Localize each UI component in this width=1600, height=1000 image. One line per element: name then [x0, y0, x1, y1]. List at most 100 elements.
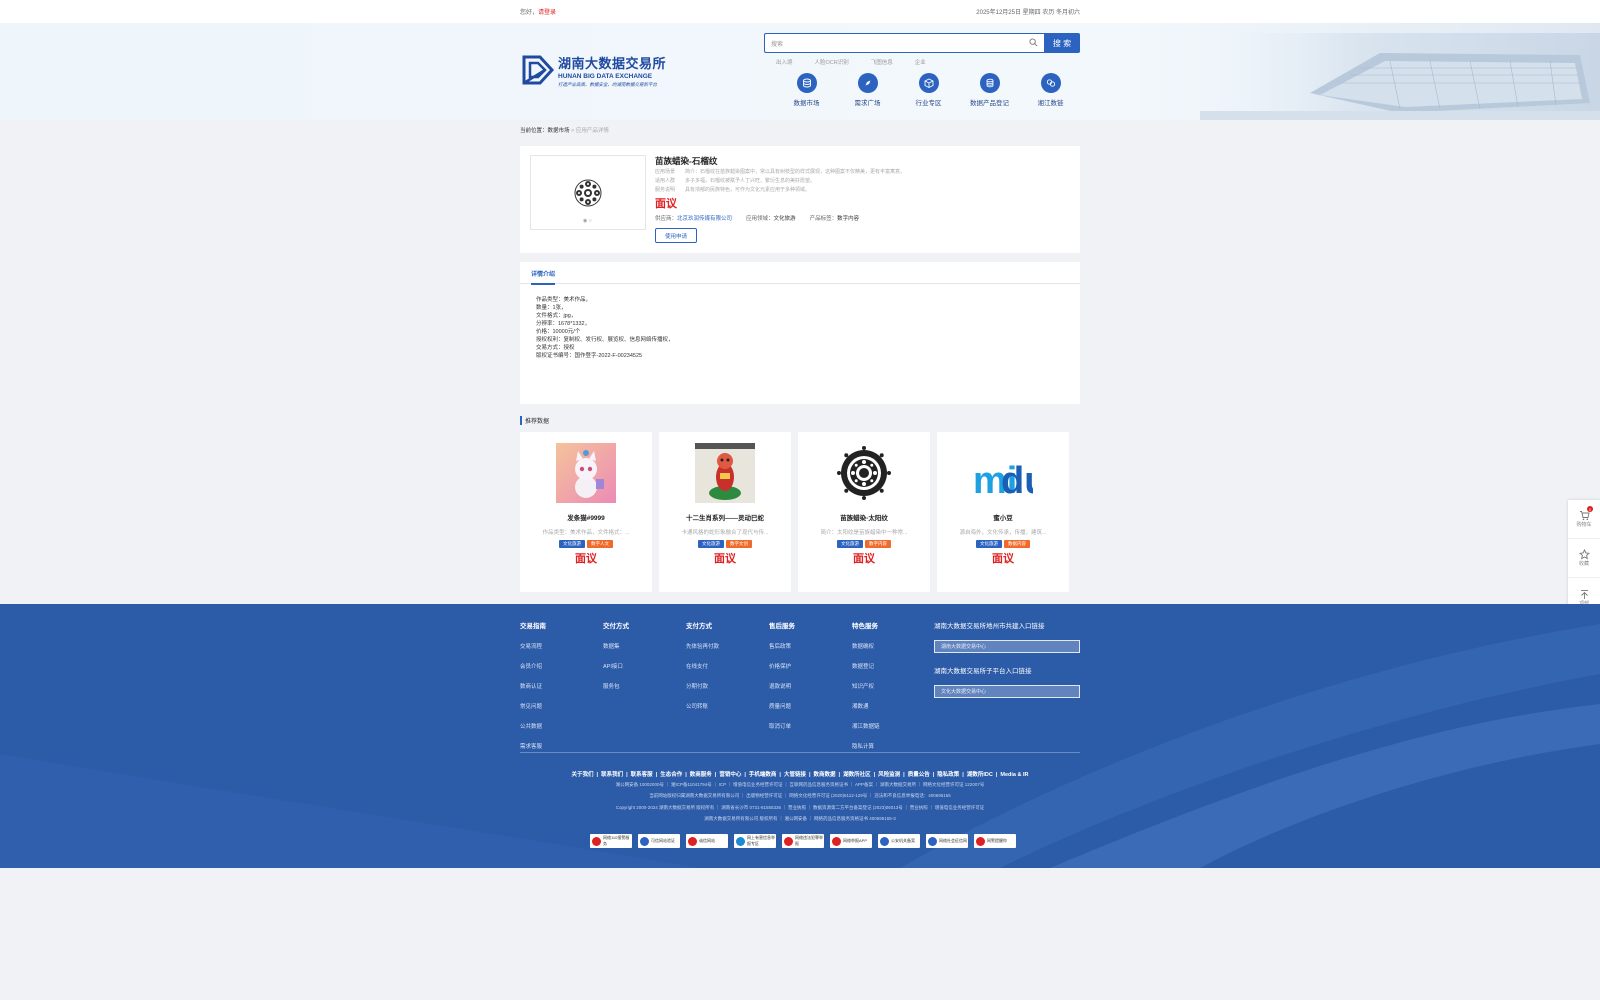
- footer-link[interactable]: 服务包: [603, 682, 686, 690]
- certification-badge[interactable]: 网络110报警服务: [590, 834, 632, 848]
- search-icon[interactable]: [1029, 38, 1038, 47]
- footer-link[interactable]: API接口: [603, 662, 686, 670]
- recommend-card[interactable]: 十二生肖系列——灵动巳蛇 卡通风格的蛇形象融合了现代与传... 文化旅游 数字文…: [659, 432, 791, 592]
- hotword[interactable]: 人脸OCR识别: [815, 58, 849, 66]
- login-link[interactable]: 请登录: [538, 10, 556, 16]
- breadcrumb: 当前位置：数据市场 > 应用产品详情: [520, 128, 609, 134]
- nav-xiangjiang-chain[interactable]: 湘江数链: [1020, 73, 1081, 107]
- footer-nav-link[interactable]: 隐私政策: [937, 772, 959, 778]
- detail-panel: 详情介绍 作品类型：美术作品， 数量：1张， 文件格式：jpg， 分辨率：167…: [520, 262, 1080, 404]
- certification-badge[interactable]: 可信网站验证: [638, 834, 680, 848]
- card-desc: 作品类型：美术作品，文件格式：...: [542, 530, 630, 536]
- sub-platform-select[interactable]: 文化大数据交易中心: [934, 685, 1080, 698]
- footer-nav-link[interactable]: 湖数所社区: [843, 772, 871, 778]
- certification-badge[interactable]: 网络违法犯罪举报: [782, 834, 824, 848]
- search-button[interactable]: 搜 索: [1044, 33, 1080, 53]
- nav-demand-square[interactable]: 需求广场: [837, 73, 898, 107]
- certification-badge[interactable]: 公安机关备案: [878, 834, 920, 848]
- footer-nav-link[interactable]: 联系我们: [601, 772, 623, 778]
- footer-nav-link[interactable]: 大管链接: [784, 772, 806, 778]
- footer-nav-link[interactable]: Media & IR: [1000, 772, 1028, 778]
- footer-link[interactable]: 在线支付: [686, 662, 769, 670]
- footer-link[interactable]: 湘江数据链: [852, 722, 935, 730]
- site-logo[interactable]: 湖南大数据交易所 HUNAN BIG DATA EXCHANGE 打造产业高质、…: [520, 51, 666, 89]
- cart-count-badge: 0: [1587, 506, 1593, 512]
- hotword[interactable]: 出入境: [776, 58, 793, 66]
- footer-nav-link[interactable]: 质量公告: [908, 772, 930, 778]
- footer-link[interactable]: 湘数通: [852, 702, 935, 710]
- certification-badge[interactable]: 网上有害信息举报专区: [734, 834, 776, 848]
- snake-zodiac-image: [695, 443, 755, 503]
- footer-link[interactable]: 数据确权: [852, 642, 935, 650]
- certification-badge[interactable]: 网络举报APP: [830, 834, 872, 848]
- header: 湖南大数据交易所 HUNAN BIG DATA EXCHANGE 打造产业高质、…: [0, 23, 1600, 120]
- separator: |: [685, 772, 687, 778]
- footer-link[interactable]: 需求客服: [520, 742, 603, 750]
- recommend-card[interactable]: 发条猫#9999 作品类型：美术作品，文件格式：... 文化旅游 数字人文 面议: [520, 432, 652, 592]
- hot-search-words: 出入境 人脸OCR识别 飞图信息 企业: [776, 58, 948, 66]
- hotword[interactable]: 飞图信息: [871, 58, 893, 66]
- cart-button[interactable]: 0 购物车: [1568, 500, 1600, 539]
- footer-link[interactable]: 分期付款: [686, 682, 769, 690]
- footer-link[interactable]: 常见问题: [520, 702, 603, 710]
- badge-icon: [880, 836, 889, 846]
- stack-icon: [979, 73, 1000, 93]
- breadcrumb-current: 应用产品详情: [575, 128, 609, 134]
- footer-nav-link[interactable]: 风险监测: [878, 772, 900, 778]
- supplier-link[interactable]: 北京玖润传媒有限公司: [677, 214, 732, 222]
- separator: |: [779, 772, 781, 778]
- footer-link[interactable]: 知识产权: [852, 682, 935, 690]
- favorite-button[interactable]: 收藏: [1568, 539, 1600, 578]
- card-price: 面议: [992, 553, 1014, 565]
- hotword[interactable]: 企业: [915, 58, 926, 66]
- product-price: 面议: [655, 198, 677, 210]
- footer-link[interactable]: 数据登记: [852, 662, 935, 670]
- footer-link[interactable]: 数商认证: [520, 682, 603, 690]
- footer-col: 支付方式 先体验再付款 在线支付 分期付款 公司转账: [686, 620, 769, 762]
- footer-nav-link[interactable]: 数商数据: [814, 772, 836, 778]
- footer-link[interactable]: 隐私计算: [852, 742, 935, 750]
- footer-link[interactable]: 价格保护: [769, 662, 852, 670]
- footer-link[interactable]: 公共数据: [520, 722, 603, 730]
- footer-nav-link[interactable]: 生态合作: [660, 772, 682, 778]
- city-entry-select[interactable]: 湖南大数据交易中心: [934, 640, 1080, 653]
- footer-link[interactable]: 质量问题: [769, 702, 852, 710]
- search-input[interactable]: 搜索: [764, 33, 1044, 53]
- image-pager[interactable]: ◉ ○: [583, 218, 592, 224]
- footer-nav-link[interactable]: 手机端数商: [749, 772, 777, 778]
- footer-link[interactable]: 售后政策: [769, 642, 852, 650]
- certification-badge[interactable]: 网警提醒你: [974, 834, 1016, 848]
- nav-industry-zone[interactable]: 行业专区: [898, 73, 959, 107]
- tag-badge: 数字内容: [865, 540, 891, 548]
- apply-button[interactable]: 使用申请: [655, 228, 697, 243]
- tab-detail[interactable]: 详情介绍: [531, 269, 556, 285]
- nav-product-registration[interactable]: 数据产品登记: [959, 73, 1020, 107]
- footer-link[interactable]: 会员介绍: [520, 662, 603, 670]
- footer-nav-link[interactable]: 关于我们: [572, 772, 594, 778]
- footer-nav-link[interactable]: 数商服务: [690, 772, 712, 778]
- footer-link[interactable]: 公司转账: [686, 702, 769, 710]
- badge-icon: [592, 836, 601, 846]
- tag-badge: 文化旅游: [837, 540, 863, 548]
- breadcrumb-data-market[interactable]: 数据市场: [548, 128, 570, 134]
- nav-data-market[interactable]: 数据市场: [776, 73, 837, 107]
- footer-nav-link[interactable]: 湖数所IDC: [967, 772, 993, 778]
- footer-nav-link[interactable]: 联系客服: [631, 772, 653, 778]
- footer-link[interactable]: 先体验再付款: [686, 642, 769, 650]
- footer-link[interactable]: 数据集: [603, 642, 686, 650]
- footer-nav-link[interactable]: 营销中心: [719, 772, 741, 778]
- tag-badge: 文化旅游: [559, 540, 585, 548]
- recommend-card[interactable]: 苗族蜡染-太阳纹 简介：太阳纹是苗族蜡染中一种常... 文化旅游 数字内容 面议: [798, 432, 930, 592]
- certification-badge[interactable]: 诚信网站: [686, 834, 728, 848]
- separator: |: [962, 772, 964, 778]
- svg-text:du: du: [1001, 460, 1033, 502]
- footer-link[interactable]: 取消订单: [769, 722, 852, 730]
- product-image[interactable]: ◉ ○: [530, 155, 646, 230]
- footer-link[interactable]: 交易流程: [520, 642, 603, 650]
- card-title: 苗族蜡染-太阳纹: [840, 515, 888, 522]
- badge-label: 诚信网站: [699, 838, 715, 843]
- footer-link[interactable]: 退款说明: [769, 682, 852, 690]
- recommend-card[interactable]: mi du 蜜小豆 源自海外，文化传承，传播，建筑... 文化旅游 数据内容 面…: [937, 432, 1069, 592]
- logo-en: HUNAN BIG DATA EXCHANGE: [558, 72, 653, 80]
- certification-badge[interactable]: 网络社会征信网: [926, 834, 968, 848]
